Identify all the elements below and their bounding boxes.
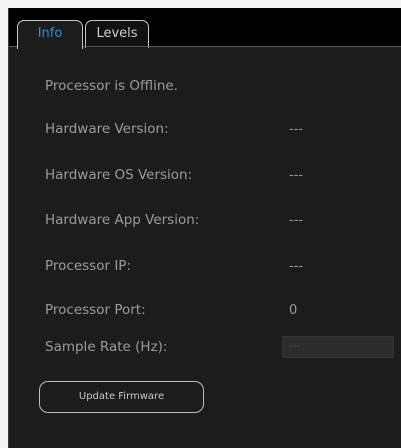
processor-status-text: Processor is Offline. bbox=[45, 78, 178, 94]
hardware-version-value: --- bbox=[289, 122, 304, 137]
hardware-os-version-label: Hardware OS Version: bbox=[45, 167, 193, 183]
sample-rate-input[interactable]: --- bbox=[282, 336, 394, 358]
processor-ip-value: --- bbox=[289, 259, 304, 274]
processor-info-panel: Info Levels Processor is Offline. Hardwa… bbox=[8, 8, 401, 448]
hardware-os-version-value: --- bbox=[289, 168, 304, 183]
processor-port-value: 0 bbox=[289, 303, 298, 318]
tab-bar: Info Levels bbox=[9, 8, 401, 49]
sample-rate-label: Sample Rate (Hz): bbox=[45, 339, 168, 355]
hardware-app-version-label: Hardware App Version: bbox=[45, 212, 200, 228]
processor-port-label: Processor Port: bbox=[45, 302, 146, 318]
update-firmware-button[interactable]: Update Firmware bbox=[39, 381, 204, 413]
processor-ip-label: Processor IP: bbox=[45, 258, 131, 274]
tab-info[interactable]: Info bbox=[17, 20, 83, 49]
tab-levels[interactable]: Levels bbox=[85, 20, 149, 48]
hardware-app-version-value: --- bbox=[289, 213, 304, 228]
hardware-version-label: Hardware Version: bbox=[45, 121, 169, 137]
